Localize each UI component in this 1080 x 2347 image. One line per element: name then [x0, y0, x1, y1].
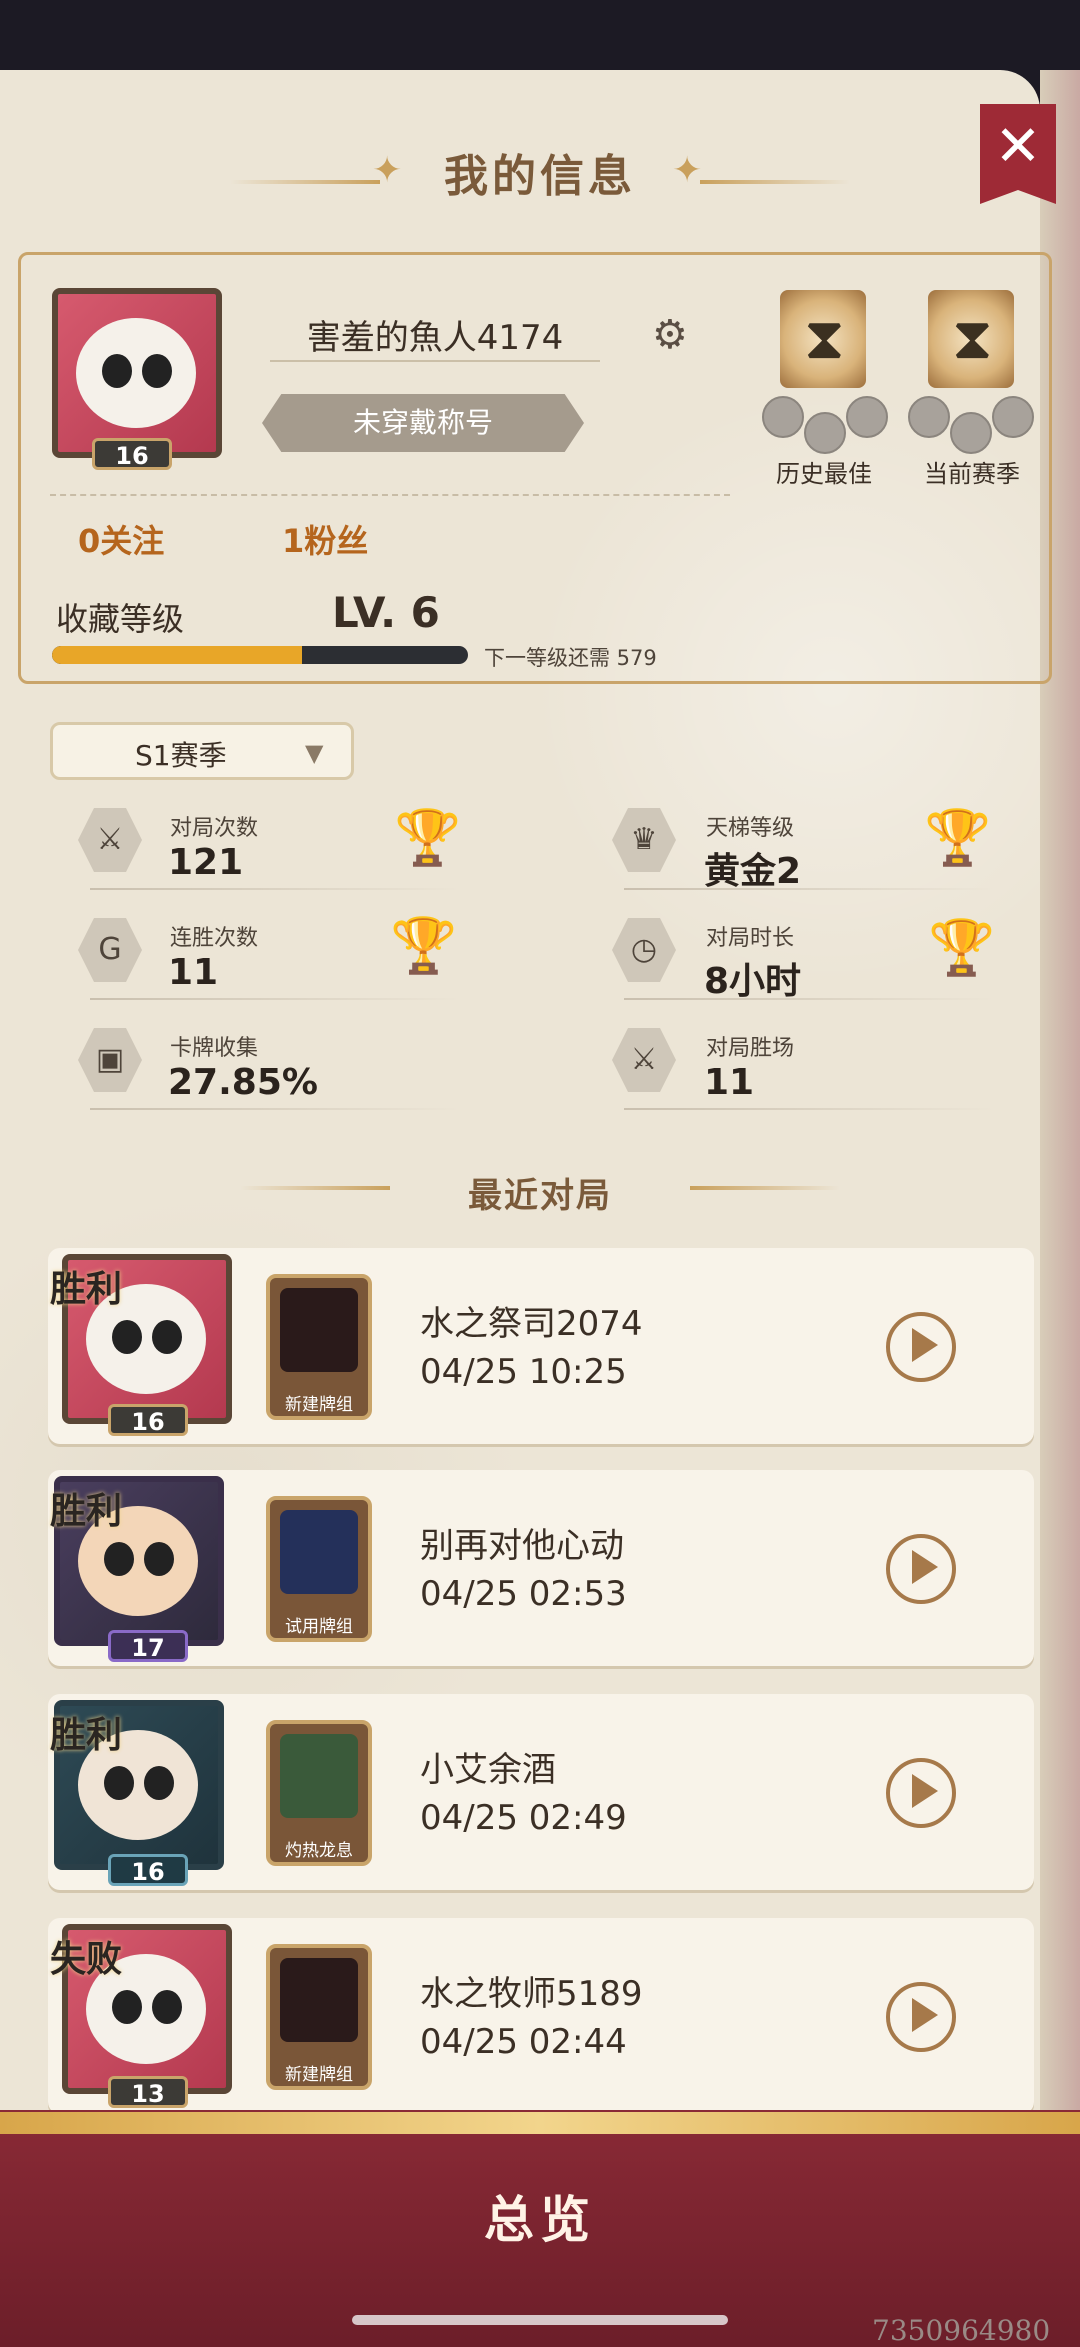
replay-play-icon[interactable] — [886, 1758, 956, 1828]
silver-trophy-icon: 🏆 — [928, 916, 996, 979]
close-button[interactable]: ✕ — [980, 104, 1056, 204]
avatar-level-badge: 16 — [92, 438, 172, 470]
stat-value: 27.85% — [168, 1062, 318, 1103]
deck-art — [280, 1958, 358, 2042]
chevron-down-icon: ▼ — [305, 739, 324, 767]
deck-card: 试用牌组 — [266, 1496, 372, 1642]
stat-divider — [624, 998, 994, 1000]
rank-dot — [804, 412, 846, 454]
replay-play-icon[interactable] — [886, 1534, 956, 1604]
next-level-text: 下一等级还需 579 — [484, 646, 657, 670]
deck-card: 灼热龙息 — [266, 1720, 372, 1866]
diamond-trophy-icon: 🏆 — [390, 914, 458, 977]
replay-play-icon[interactable] — [886, 1312, 956, 1382]
gold-trophy-icon: 🏆 — [924, 806, 992, 869]
match-level-badge: 13 — [108, 2076, 188, 2108]
title-badge-button[interactable]: 未穿戴称号 — [262, 394, 584, 452]
hourglass-icon[interactable]: ⧗ — [780, 290, 866, 388]
stat-label: 对局时长 — [706, 926, 795, 951]
stat-label: 卡牌收集 — [170, 1036, 259, 1061]
match-result: 失败 — [50, 1939, 123, 1980]
season-dropdown[interactable]: S1赛季 ▼ — [50, 722, 354, 780]
stat-divider — [624, 1108, 994, 1110]
badge-label-best: 历史最佳 — [776, 460, 872, 488]
gold-trim — [0, 2112, 1080, 2134]
badge-label-season: 当前赛季 — [924, 460, 1020, 488]
match-result: 胜利 — [50, 1715, 123, 1756]
rank-dot — [846, 396, 888, 438]
deck-name: 试用牌组 — [285, 1617, 353, 1637]
match-level-badge: 17 — [108, 1630, 188, 1662]
page-title-wrap: 我的信息 — [0, 140, 1080, 204]
following-count[interactable]: 0关注 — [78, 516, 164, 562]
stat-label: 连胜次数 — [170, 926, 259, 951]
overview-button[interactable]: 总览 — [0, 2180, 1080, 2252]
stat-divider — [624, 888, 994, 890]
stat-value: 黄金2 — [704, 851, 802, 892]
collection-progress-bar — [52, 646, 468, 664]
opponent-name: 小艾余酒 — [420, 1750, 556, 1790]
gear-icon[interactable]: ⚙ — [652, 312, 688, 358]
bronze-trophy-icon: 🏆 — [394, 806, 462, 869]
home-indicator[interactable] — [352, 2315, 728, 2325]
deck-name: 灼热龙息 — [285, 1841, 353, 1861]
deck-art — [280, 1510, 358, 1594]
stat-value: 11 — [168, 952, 219, 993]
page-title: 我的信息 — [444, 151, 636, 202]
rank-dot — [762, 396, 804, 438]
stat-value: 121 — [168, 842, 244, 883]
collection-label: 收藏等级 — [56, 600, 185, 638]
match-time: 04/25 02:49 — [420, 1798, 627, 1838]
stat-divider — [90, 888, 460, 890]
season-dropdown-value: S1赛季 — [135, 739, 227, 772]
replay-play-icon[interactable] — [886, 1982, 956, 2052]
opponent-name: 水之祭司2074 — [420, 1304, 643, 1344]
username-underline — [270, 360, 600, 362]
stat-label: 天梯等级 — [706, 816, 795, 841]
divider — [50, 494, 730, 496]
deck-card: 新建牌组 — [266, 1274, 372, 1420]
match-time: 04/25 02:44 — [420, 2022, 627, 2062]
collection-level: LV. 6 — [332, 588, 440, 637]
recent-matches-title: 最近对局 — [468, 1176, 612, 1216]
stat-divider — [90, 1108, 460, 1110]
stat-divider — [90, 998, 460, 1000]
match-result: 胜利 — [50, 1491, 123, 1532]
stat-value: 8小时 — [704, 961, 802, 1002]
rank-dot — [908, 396, 950, 438]
deck-card: 新建牌组 — [266, 1944, 372, 2090]
avatar-eye — [142, 354, 172, 388]
stat-value: 11 — [704, 1062, 755, 1103]
opponent-name: 水之牧师5189 — [420, 1974, 643, 2014]
opponent-name: 别再对他心动 — [420, 1526, 624, 1566]
deck-art — [280, 1288, 358, 1372]
collection-progress-fill — [52, 646, 302, 664]
hourglass-icon[interactable]: ⧗ — [928, 290, 1014, 388]
deck-name: 新建牌组 — [285, 1395, 353, 1415]
match-time: 04/25 02:53 — [420, 1574, 627, 1614]
avatar[interactable] — [52, 288, 222, 458]
deck-art — [280, 1734, 358, 1818]
stat-label: 对局次数 — [170, 816, 259, 841]
title-deco-right — [700, 180, 850, 184]
rank-dot — [950, 412, 992, 454]
match-level-badge: 16 — [108, 1404, 188, 1436]
avatar-face — [76, 318, 196, 428]
deck-name: 新建牌组 — [285, 2065, 353, 2085]
stat-label: 对局胜场 — [706, 1036, 795, 1061]
followers-count[interactable]: 1粉丝 — [282, 516, 368, 562]
rank-dot — [992, 396, 1034, 438]
sparkle-icon: ✦ — [672, 150, 703, 191]
match-level-badge: 16 — [108, 1854, 188, 1886]
section-deco-right — [690, 1186, 840, 1190]
match-result: 胜利 — [50, 1269, 123, 1310]
watermark: 7350964980 — [872, 2314, 1051, 2347]
username: 害羞的魚人4174 — [306, 318, 564, 358]
match-time: 04/25 10:25 — [420, 1352, 627, 1392]
avatar-eye — [102, 354, 132, 388]
